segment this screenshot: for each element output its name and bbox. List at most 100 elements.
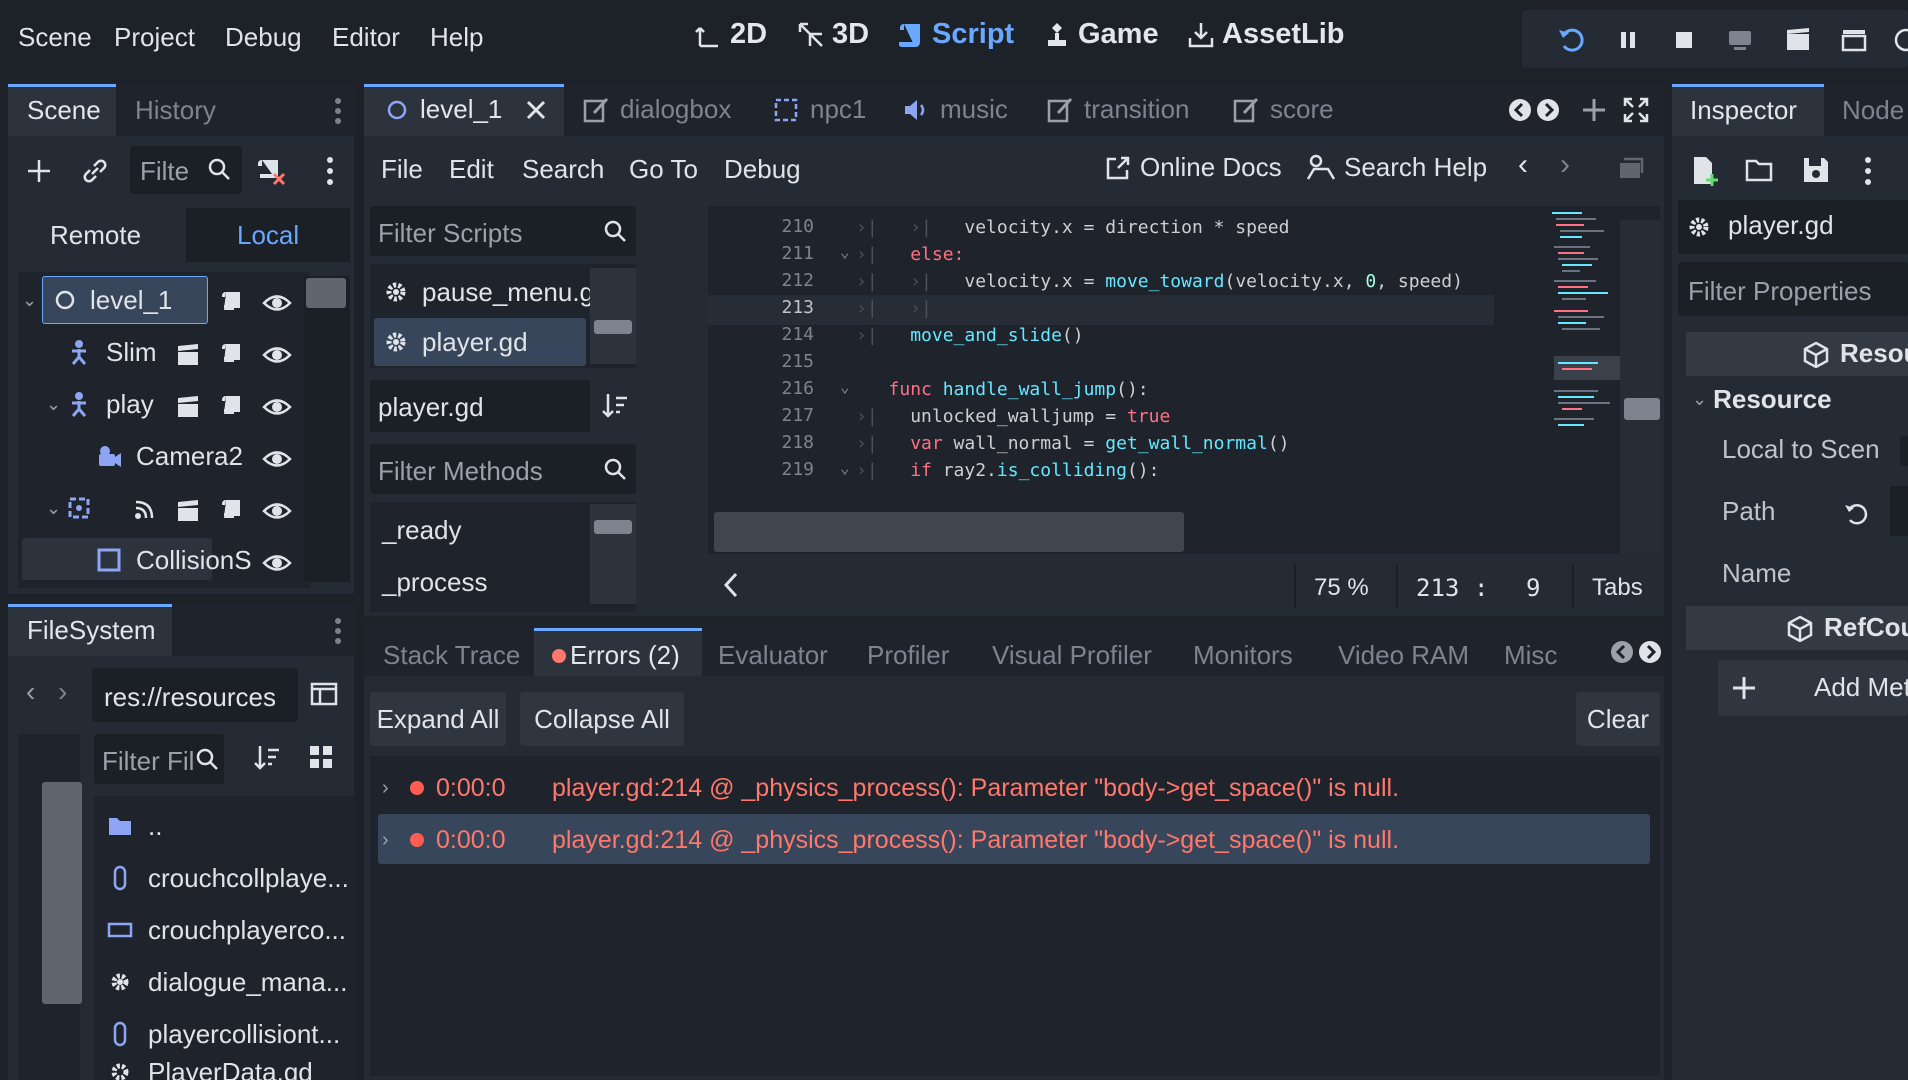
script-item-pause-menu[interactable]: pause_menu.gd: [382, 272, 608, 312]
search-help-button[interactable]: Search Help: [1306, 152, 1487, 183]
visibility-icon[interactable]: [262, 340, 292, 370]
more-icon[interactable]: [332, 96, 344, 126]
tab-visual-profiler[interactable]: Visual Profiler: [992, 640, 1152, 671]
tab-errors[interactable]: Errors (2): [552, 640, 680, 671]
script-menu-edit[interactable]: Edit: [449, 154, 494, 185]
visibility-icon[interactable]: [262, 496, 292, 526]
local-to-scene-checkbox[interactable]: [1900, 436, 1908, 466]
script-remove-icon[interactable]: [254, 154, 288, 188]
tab-scroll-right-icon[interactable]: [1638, 640, 1662, 664]
grid-view-icon[interactable]: [306, 742, 336, 772]
menu-project[interactable]: Project: [114, 22, 195, 53]
path-field[interactable]: res://resources: [92, 668, 298, 722]
collapse-all-button[interactable]: Collapse All: [520, 692, 684, 746]
scene-tree-scrollbar[interactable]: [304, 276, 350, 582]
script-menu-debug[interactable]: Debug: [724, 154, 801, 185]
script-tab-score[interactable]: score: [1232, 94, 1334, 125]
forward-icon[interactable]: ›: [58, 676, 67, 708]
script-tab-music[interactable]: music: [902, 94, 1008, 125]
error-row[interactable]: › 0:00:0 player.gd:214 @ _physics_proces…: [382, 766, 1399, 810]
tree-node-collisionshape[interactable]: CollisionS: [94, 540, 252, 580]
script-attached-icon[interactable]: [218, 392, 246, 420]
workspace-game[interactable]: Game: [1042, 18, 1159, 51]
stop-icon[interactable]: [1668, 24, 1700, 56]
filter-methods-input[interactable]: Filter Methods: [370, 444, 636, 494]
file-item[interactable]: crouchplayerco...: [106, 910, 346, 950]
path-input[interactable]: [1890, 486, 1908, 536]
visibility-icon[interactable]: [262, 288, 292, 318]
online-docs-button[interactable]: Online Docs: [1104, 152, 1282, 183]
clapper-icon[interactable]: [174, 392, 202, 420]
tab-scroll-left-icon[interactable]: [1508, 98, 1532, 122]
remote-button[interactable]: Remote: [50, 220, 141, 251]
tab-monitors[interactable]: Monitors: [1193, 640, 1293, 671]
scene-filter-input[interactable]: Filte: [130, 146, 242, 194]
method-list-scrollbar[interactable]: [590, 504, 636, 604]
next-script-icon[interactable]: ›: [1560, 148, 1570, 182]
zoom-level[interactable]: 75 %: [1314, 574, 1369, 602]
tab-stack-trace[interactable]: Stack Trace: [383, 640, 520, 671]
error-row[interactable]: › 0:00:0 player.gd:214 @ _physics_proces…: [382, 818, 1399, 862]
script-tab-npc1[interactable]: npc1: [772, 94, 866, 125]
local-button[interactable]: Local: [237, 220, 299, 251]
tab-scroll-right-icon[interactable]: [1536, 98, 1560, 122]
add-node-icon[interactable]: [24, 156, 54, 186]
workspace-script[interactable]: Script: [896, 18, 1014, 51]
script-attached-icon[interactable]: [218, 288, 246, 316]
distraction-free-icon[interactable]: [1622, 96, 1650, 124]
filter-properties-input[interactable]: Filter Properties: [1678, 262, 1908, 316]
tree-node-level-1[interactable]: ⌄ level_1: [22, 280, 172, 320]
script-item-player[interactable]: player.gd: [382, 322, 528, 362]
menu-help[interactable]: Help: [430, 22, 483, 53]
fold-icon[interactable]: ⌄: [840, 377, 850, 396]
toggle-scripts-panel-icon[interactable]: [720, 570, 744, 600]
tab-profiler[interactable]: Profiler: [867, 640, 949, 671]
tree-node-play[interactable]: ⌄ play: [46, 384, 154, 424]
file-filter-input[interactable]: Filter Fil: [94, 734, 224, 784]
clear-button[interactable]: Clear: [1576, 692, 1660, 746]
movie-maker-icon[interactable]: [1890, 24, 1908, 56]
play-custom-scene-icon[interactable]: [1838, 24, 1870, 56]
chevron-right-icon[interactable]: ›: [382, 777, 404, 800]
more-icon[interactable]: [332, 616, 344, 646]
visibility-icon[interactable]: [262, 548, 292, 578]
clapper-icon[interactable]: [174, 496, 202, 524]
tab-video-ram[interactable]: Video RAM: [1338, 640, 1469, 671]
sort-icon[interactable]: [600, 390, 630, 420]
tab-history[interactable]: History: [135, 95, 216, 126]
toggle-panel-icon[interactable]: [1616, 154, 1644, 182]
tab-scroll-left-icon[interactable]: [1610, 640, 1634, 664]
chevron-right-icon[interactable]: ›: [382, 829, 404, 852]
sort-icon[interactable]: [252, 742, 282, 772]
tab-filesystem[interactable]: FileSystem: [27, 615, 156, 646]
tree-node-area[interactable]: ⌄: [46, 488, 106, 528]
group-resource[interactable]: ⌄ Resource: [1692, 384, 1832, 415]
open-folder-icon[interactable]: [1744, 156, 1776, 186]
script-menu-search[interactable]: Search: [522, 154, 604, 185]
save-icon[interactable]: [1800, 154, 1832, 186]
script-list-scrollbar[interactable]: [590, 268, 636, 364]
link-icon[interactable]: [80, 156, 110, 186]
file-item[interactable]: playercollisiont...: [106, 1014, 340, 1054]
filter-scripts-input[interactable]: Filter Scripts: [370, 206, 636, 256]
play-scene-icon[interactable]: [1782, 24, 1814, 56]
indent-mode[interactable]: Tabs: [1592, 574, 1643, 602]
code-scrollbar[interactable]: [1620, 220, 1660, 554]
pause-icon[interactable]: [1612, 24, 1644, 56]
visibility-icon[interactable]: [262, 444, 292, 474]
workspace-assetlib[interactable]: AssetLib: [1186, 18, 1344, 51]
fold-icon[interactable]: ⌄: [840, 242, 850, 261]
prev-script-icon[interactable]: ‹: [1518, 148, 1528, 182]
script-tab-level-1[interactable]: level_1: [386, 94, 548, 125]
expand-all-button[interactable]: Expand All: [370, 692, 506, 746]
file-item[interactable]: dialogue_mana...: [106, 962, 347, 1002]
tab-node[interactable]: Node: [1842, 95, 1904, 126]
reload-icon[interactable]: [1555, 24, 1587, 56]
close-icon[interactable]: [524, 98, 548, 122]
minimap[interactable]: [1548, 206, 1632, 466]
tab-inspector[interactable]: Inspector: [1690, 95, 1797, 126]
method-item[interactable]: _ready: [382, 510, 462, 550]
workspace-3d[interactable]: 3D: [796, 18, 869, 51]
script-tab-transition[interactable]: transition: [1046, 94, 1190, 125]
visibility-icon[interactable]: [262, 392, 292, 422]
